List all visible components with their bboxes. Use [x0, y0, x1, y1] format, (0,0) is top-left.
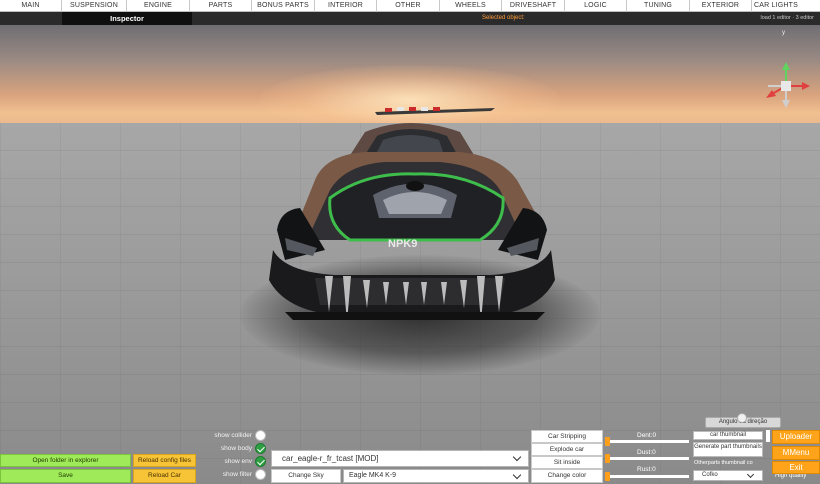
tab-bonus-parts[interactable]: BONUS PARTS — [252, 0, 315, 12]
chevron-down-icon — [512, 452, 522, 462]
uploader-button[interactable]: Uploader — [772, 430, 820, 444]
car-stripping-button[interactable]: Car Stripping — [531, 430, 603, 443]
rust-slider-label: Rust:0 — [637, 466, 656, 473]
show-body-toggle[interactable] — [255, 443, 266, 454]
chevron-down-icon — [512, 470, 522, 480]
show-filter-toggle[interactable] — [255, 469, 266, 480]
sky-select-value: Eagle MK4 K-9 — [349, 472, 397, 479]
car-select-dropdown[interactable]: car_eagle-r_fr_tcast [MOD] — [271, 450, 529, 467]
otherparts-thumbnail-label: Otherparts thumbnail co — [694, 460, 753, 466]
gizmo-y-label: y — [782, 30, 785, 36]
car-thumbnail-button[interactable]: car thumbnail — [693, 431, 763, 440]
tab-car-lights[interactable]: CAR LIGHTS — [752, 0, 800, 12]
show-env-toggle[interactable] — [255, 456, 266, 467]
chevron-down-icon — [746, 470, 755, 479]
svg-text:NPK9: NPK9 — [388, 238, 417, 250]
selected-object-label: Selected object: — [482, 15, 525, 21]
show-collider-toggle[interactable] — [255, 430, 266, 441]
rust-slider-handle[interactable] — [605, 472, 610, 481]
show-env-label: show env — [224, 458, 252, 465]
explode-car-button[interactable]: Explode car — [531, 443, 603, 456]
otherparts-select-dropdown[interactable]: Cofko — [693, 470, 763, 481]
exit-button[interactable]: Exit — [772, 461, 820, 474]
tab-logic[interactable]: LOGIC — [565, 0, 627, 12]
tab-other[interactable]: OTHER — [377, 0, 440, 12]
inspector-tab[interactable]: Inspector — [62, 12, 192, 25]
tab-driveshaft[interactable]: DRIVESHAFT — [502, 0, 565, 12]
sit-inside-button[interactable]: Sit inside — [531, 456, 603, 469]
tab-suspension[interactable]: SUSPENSION — [62, 0, 127, 12]
car-model[interactable]: NPK9 — [255, 100, 565, 320]
show-filter-label: show filter — [222, 471, 252, 478]
reload-car-button[interactable]: Reload Car — [133, 469, 196, 483]
show-body-label: show body — [220, 445, 252, 452]
dust-slider-track[interactable] — [607, 457, 689, 460]
dust-slider-label: Dust:0 — [637, 449, 656, 456]
tab-wheels[interactable]: WHEELS — [440, 0, 502, 12]
status-label: load 1 editor · 3 editor — [760, 15, 814, 21]
tab-main[interactable]: MAIN — [0, 0, 62, 12]
sky-select-dropdown[interactable]: Eagle MK4 K-9 — [343, 469, 529, 483]
change-sky-button[interactable]: Change Sky — [271, 469, 341, 483]
rust-slider-track[interactable] — [607, 475, 689, 478]
dent-slider-handle[interactable] — [605, 437, 610, 446]
open-folder-button[interactable]: Open folder in explorer — [0, 454, 131, 467]
car-select-value: car_eagle-r_fr_tcast [MOD] — [282, 454, 379, 463]
dent-slider-track[interactable] — [607, 440, 689, 443]
reload-config-button[interactable]: Reload config files — [133, 454, 196, 467]
tab-engine[interactable]: ENGINE — [127, 0, 190, 12]
orientation-gizmo[interactable] — [758, 58, 814, 114]
tab-tuning[interactable]: TUNING — [627, 0, 690, 12]
mmenu-button[interactable]: MMenu — [772, 446, 820, 460]
generate-part-thumbnails-button[interactable]: Generate part thumbnails — [693, 442, 763, 457]
dust-slider-handle[interactable] — [605, 454, 610, 463]
scene-viewport[interactable]: NPK9 y — [0, 25, 820, 484]
change-color-button[interactable]: Change color — [531, 469, 603, 483]
show-collider-label: show collider — [214, 432, 252, 439]
dent-slider-label: Dent:0 — [637, 432, 657, 439]
tab-interior[interactable]: INTERIOR — [315, 0, 377, 12]
tab-exterior[interactable]: EXTERIOR — [690, 0, 752, 12]
main-tab-bar: MAIN SUSPENSION ENGINE PARTS BONUS PARTS… — [0, 0, 820, 12]
save-button[interactable]: Save — [0, 469, 131, 483]
steering-angle-handle[interactable] — [737, 413, 747, 423]
uploader-toggle[interactable] — [766, 430, 770, 442]
tab-parts[interactable]: PARTS — [190, 0, 252, 12]
otherparts-select-value: Cofko — [702, 472, 718, 478]
